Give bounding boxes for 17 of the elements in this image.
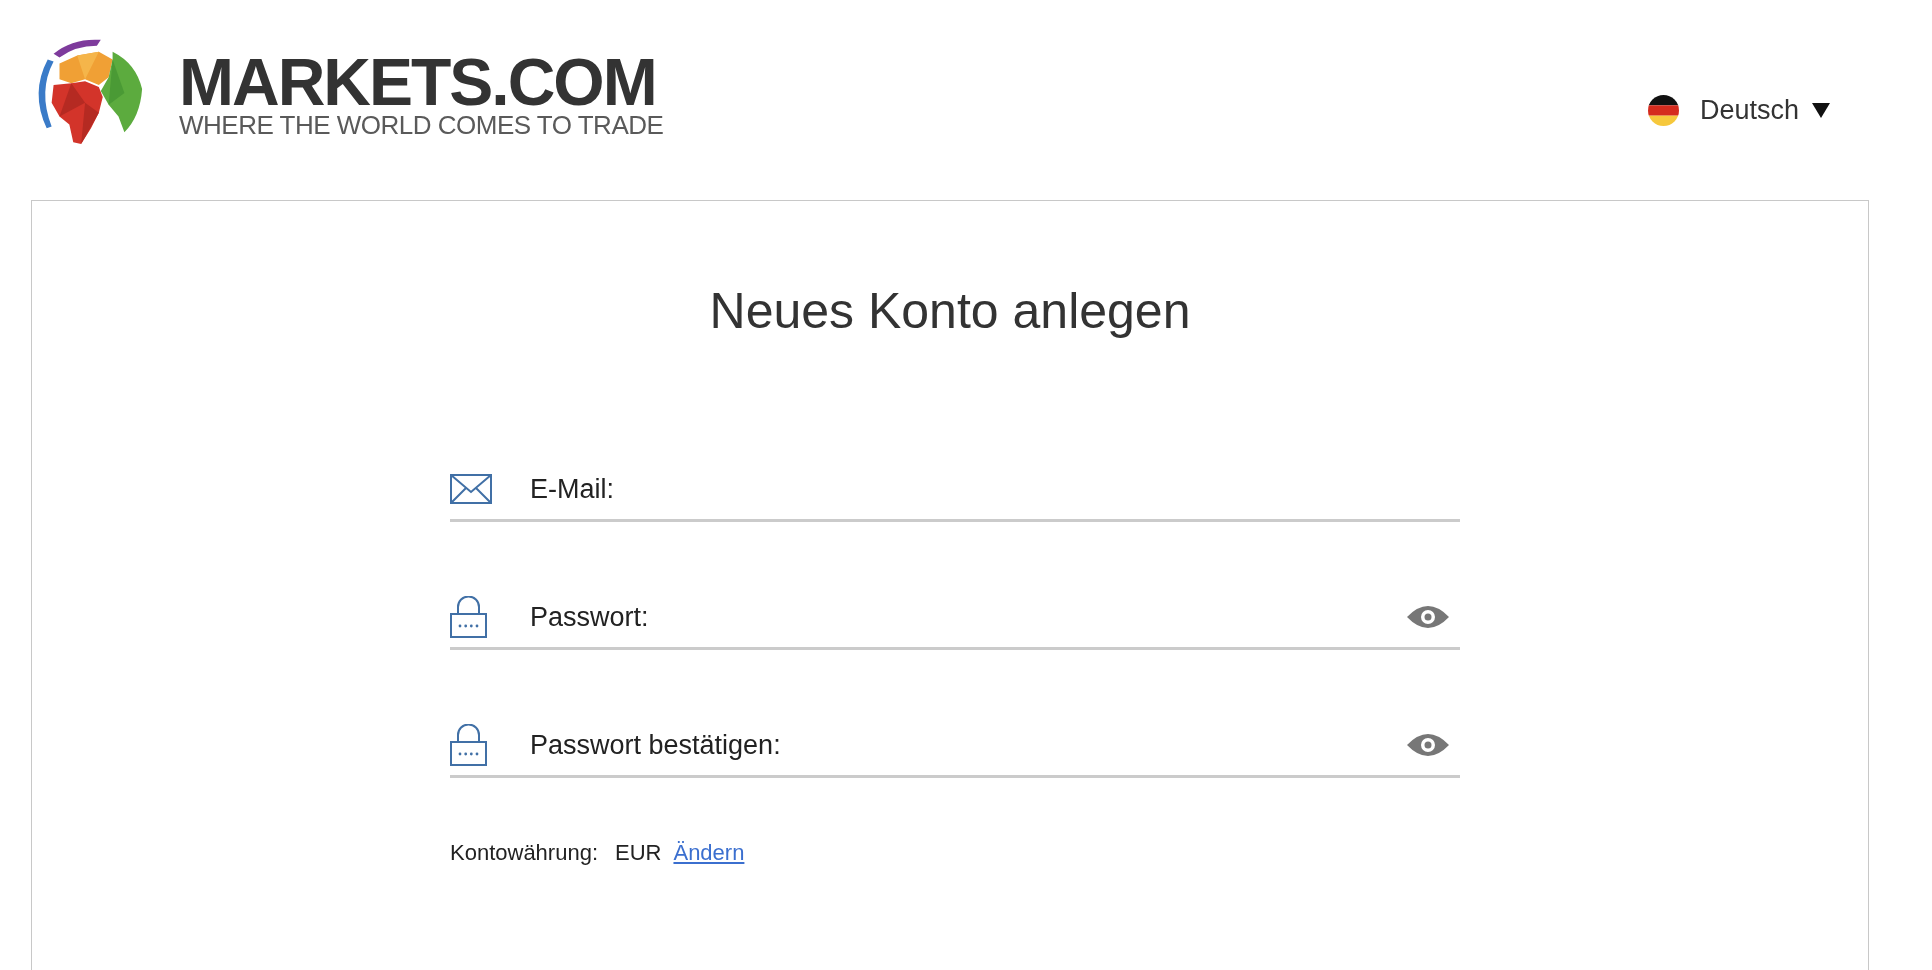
password-field[interactable]: Passwort bestätigen:	[450, 720, 1460, 778]
brand-name: MARKETS.COM	[179, 52, 656, 112]
password-field[interactable]: Passwort:	[450, 592, 1460, 650]
lock-icon	[450, 724, 487, 766]
envelope-icon	[450, 474, 492, 504]
brand-tagline: WHERE THE WORLD COMES TO TRADE	[179, 112, 664, 138]
currency-value: EUR	[615, 839, 662, 867]
change-currency-link[interactable]: Ändern	[673, 838, 745, 868]
lock-icon	[450, 596, 487, 638]
language-selector[interactable]: Deutsch	[1647, 95, 1830, 126]
eye-icon[interactable]	[1406, 733, 1450, 757]
currency-label: Kontowährung:	[450, 839, 598, 867]
flag-icon	[1647, 95, 1679, 126]
eye-icon[interactable]	[1406, 605, 1450, 629]
caret-icon	[1812, 103, 1830, 118]
form-title: Neues Konto anlegen	[708, 282, 1192, 341]
email-field[interactable]: E-Mail:	[450, 464, 1460, 522]
